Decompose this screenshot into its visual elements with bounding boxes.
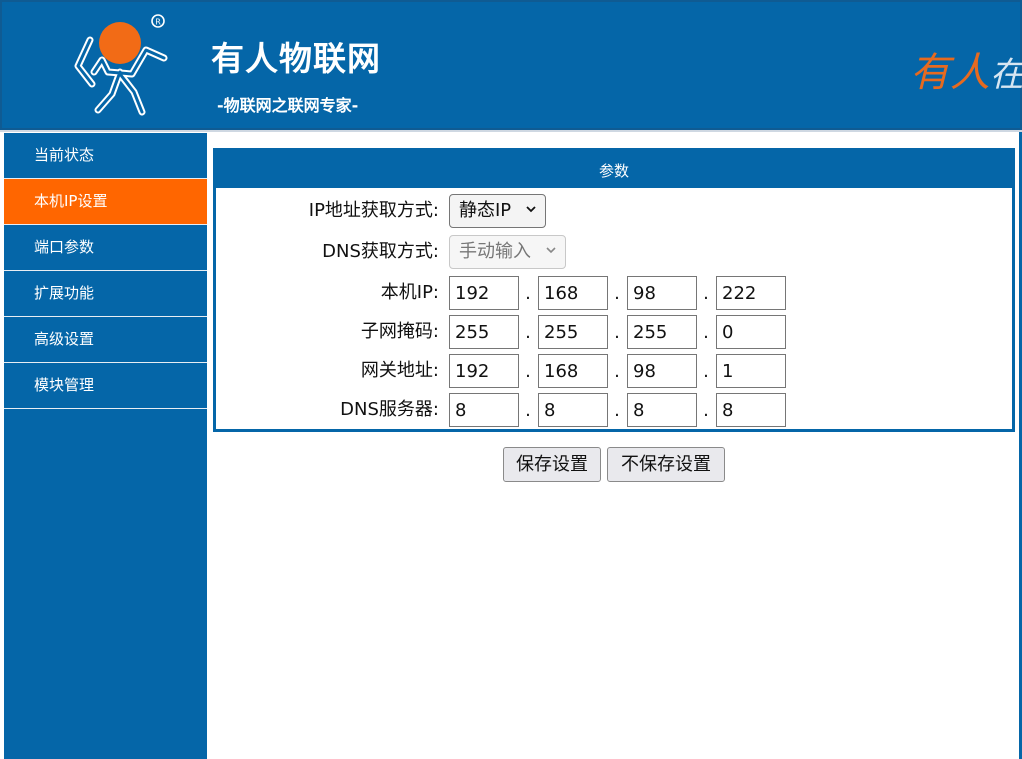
sidebar-item-extensions[interactable]: 扩展功能 [4, 271, 207, 317]
svg-text:R: R [155, 18, 161, 27]
subnet-mask-label: 子网掩码: [360, 321, 439, 342]
gateway-label: 网关地址: [360, 360, 439, 381]
sidebar-item-port-params[interactable]: 端口参数 [4, 225, 207, 271]
sidebar-item-status[interactable]: 当前状态 [4, 133, 207, 179]
brand-title: 有人物联网 [211, 39, 381, 78]
ip-separator: . [525, 322, 531, 343]
ip-separator: . [614, 283, 620, 304]
ip-separator: . [703, 400, 709, 421]
dns-server-octet-2[interactable] [538, 393, 608, 427]
save-button[interactable]: 保存设置 [503, 447, 601, 482]
sidebar: 当前状态 本机IP设置 端口参数 扩展功能 高级设置 模块管理 [4, 133, 207, 759]
dns-mode-label: DNS获取方式: [322, 241, 439, 262]
ip-separator: . [614, 322, 620, 343]
ip-separator: . [614, 400, 620, 421]
person-running-logo-icon: R [74, 14, 168, 116]
slogan-main: 有人 [910, 50, 990, 96]
dns-server-octet-4[interactable] [716, 393, 786, 427]
ip-separator: . [703, 322, 709, 343]
ip-mode-select[interactable]: 静态IP [449, 194, 547, 228]
local-ip-octet-2[interactable] [538, 276, 608, 310]
dns-mode-value: 手动输入 [459, 241, 531, 262]
subnet-mask-octet-2[interactable] [538, 315, 608, 349]
sidebar-item-module-management[interactable]: 模块管理 [4, 363, 207, 409]
local-ip-octet-1[interactable] [449, 276, 519, 310]
gateway-octet-3[interactable] [627, 354, 697, 388]
dns-mode-select[interactable]: 手动输入 [449, 235, 566, 269]
dns-server-label: DNS服务器: [340, 399, 439, 420]
slogan-tail: 在 [990, 55, 1022, 95]
dns-server-row: DNS服务器: . . . [216, 393, 1012, 427]
chevron-down-icon [526, 206, 536, 213]
gateway-row: 网关地址: . . . [216, 354, 1012, 388]
chevron-down-icon [546, 247, 556, 254]
ip-separator: . [703, 361, 709, 382]
subnet-mask-row: 子网掩码: . . . [216, 315, 1012, 349]
subnet-mask-octet-4[interactable] [716, 315, 786, 349]
ip-separator: . [614, 361, 620, 382]
gateway-octet-2[interactable] [538, 354, 608, 388]
subnet-mask-octet-3[interactable] [627, 315, 697, 349]
ip-mode-value: 静态IP [459, 200, 512, 221]
ip-mode-row: IP地址获取方式: 静态IP [216, 194, 1012, 228]
ip-mode-label: IP地址获取方式: [308, 200, 439, 221]
dont-save-button[interactable]: 不保存设置 [607, 447, 725, 482]
slogan: 有人在 [910, 40, 1022, 98]
ip-separator: . [525, 400, 531, 421]
ip-separator: . [703, 283, 709, 304]
header-divider [0, 130, 1022, 132]
local-ip-octet-3[interactable] [627, 276, 697, 310]
gateway-octet-1[interactable] [449, 354, 519, 388]
brand-subtitle: -物联网之联网专家- [217, 96, 359, 115]
local-ip-label: 本机IP: [380, 282, 439, 303]
dns-mode-row: DNS获取方式: 手动输入 [216, 235, 1012, 269]
local-ip-row: 本机IP: . . . [216, 276, 1012, 310]
dns-server-octet-1[interactable] [449, 393, 519, 427]
dns-server-octet-3[interactable] [627, 393, 697, 427]
sidebar-item-advanced[interactable]: 高级设置 [4, 317, 207, 363]
subnet-mask-octet-1[interactable] [449, 315, 519, 349]
panel-title: 参数 [216, 151, 1012, 188]
sidebar-item-ip-settings[interactable]: 本机IP设置 [4, 179, 207, 225]
page-header: R 有人物联网 -物联网之联网专家- 有人在 [0, 0, 1022, 130]
ip-separator: . [525, 361, 531, 382]
local-ip-octet-4[interactable] [716, 276, 786, 310]
params-panel: 参数 IP地址获取方式: 静态IP DNS获取方式: 手动输入 本机IP: . … [213, 148, 1015, 432]
ip-separator: . [525, 283, 531, 304]
gateway-octet-4[interactable] [716, 354, 786, 388]
